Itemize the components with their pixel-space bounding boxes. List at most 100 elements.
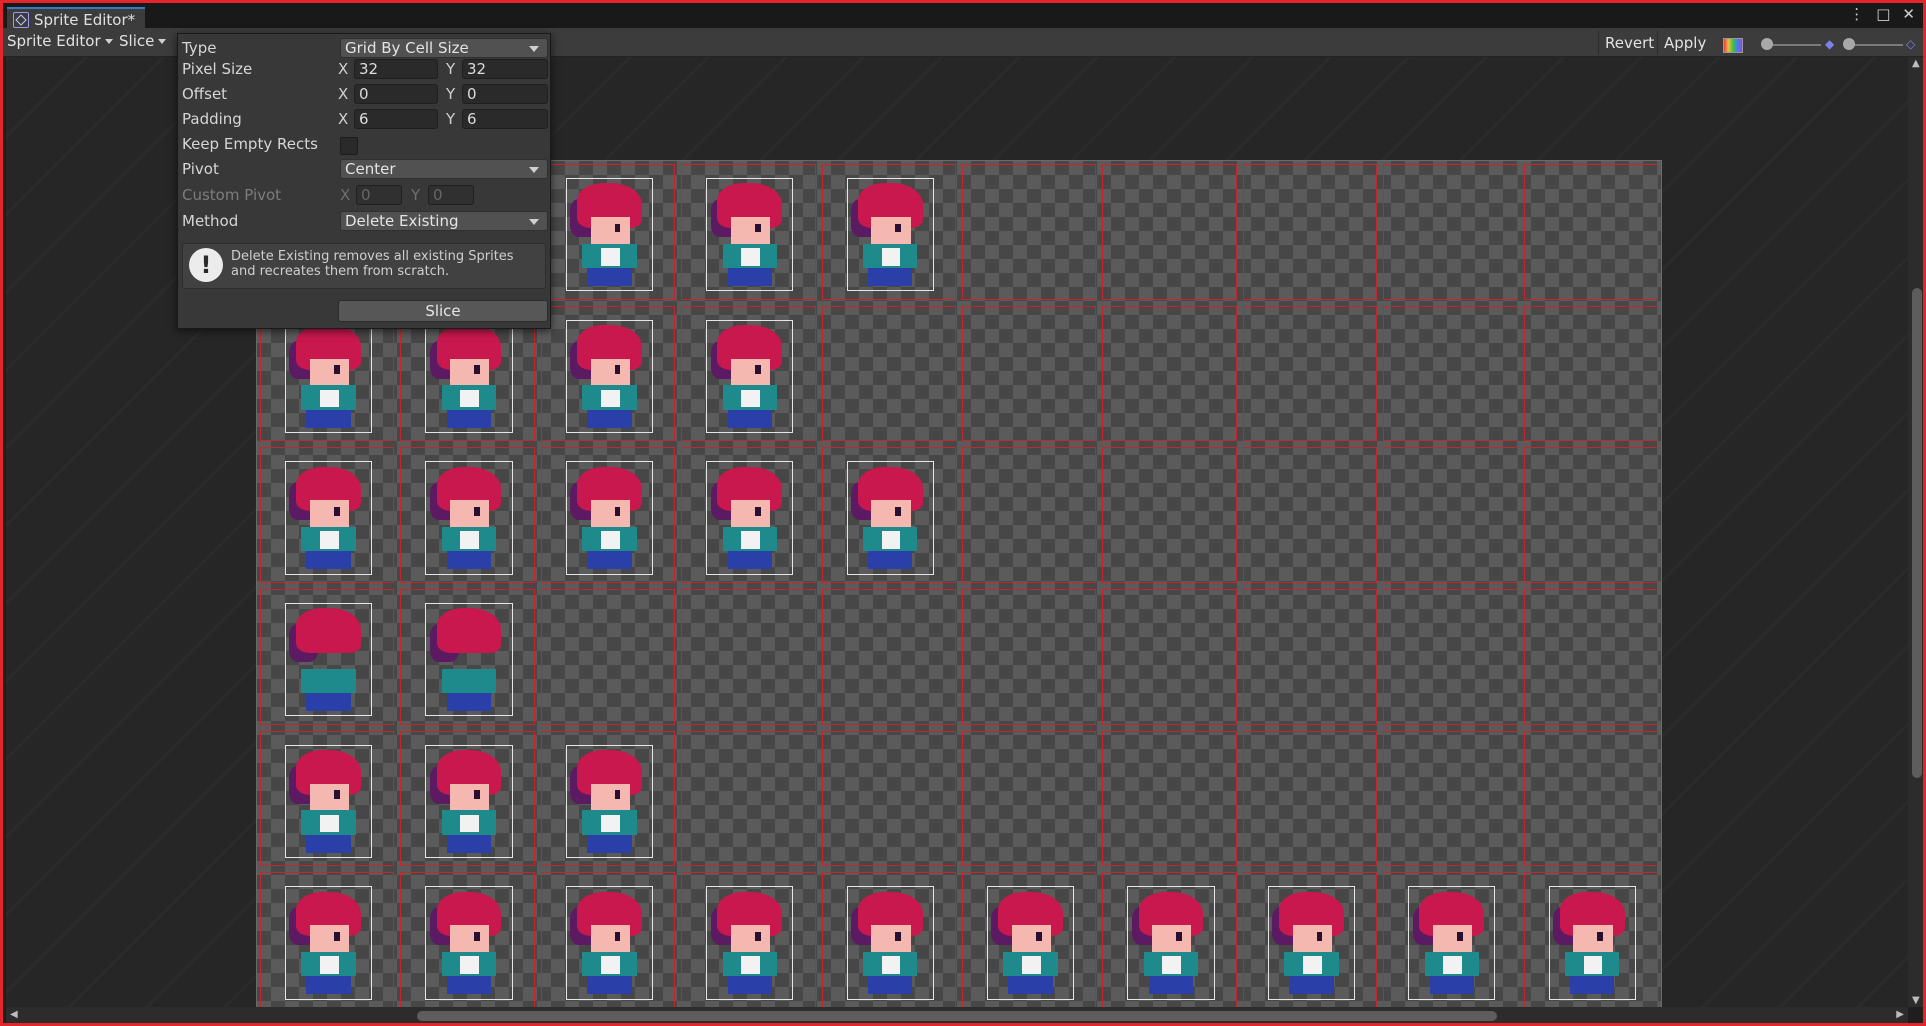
sprite-rect[interactable] [846,178,934,292]
sprite-rect[interactable] [425,886,513,1000]
sprite-rect[interactable] [1548,886,1636,1000]
slice-cell[interactable] [1383,164,1518,300]
mip-slider[interactable] [1849,44,1903,46]
slice-cell[interactable] [1523,589,1658,725]
slice-cell[interactable] [962,447,1097,583]
sprite-rect[interactable] [846,461,934,575]
sprite-rect[interactable] [425,319,513,433]
slice-cell[interactable] [1523,447,1658,583]
vertical-scroll-thumb[interactable] [1912,288,1922,778]
slice-cell[interactable] [540,589,676,725]
padding-y-label: Y [446,110,456,128]
slice-cell[interactable] [1242,589,1378,725]
slice-cell[interactable] [821,589,956,725]
slice-cell[interactable] [1383,589,1518,725]
offset-x-field[interactable]: 0 [354,84,438,104]
maximize-icon[interactable]: □ [1876,5,1890,23]
apply-button[interactable]: Apply [1657,31,1712,55]
mode-dropdown[interactable]: Sprite Editor [7,32,113,50]
sprite-rect[interactable] [706,461,794,575]
slice-cell[interactable] [1242,164,1378,300]
slice-cell[interactable] [1102,305,1237,442]
slice-cell[interactable] [962,164,1097,300]
slice-cell[interactable] [1102,589,1237,725]
sprite-rect[interactable] [706,178,794,292]
keep-empty-rects-checkbox[interactable] [340,137,358,155]
character-shirt [600,389,620,408]
vertical-scrollbar[interactable]: ▲ ▼ [1908,57,1923,1007]
sprite-rect[interactable] [565,319,653,433]
slice-cell[interactable] [1523,730,1658,867]
horizontal-scrollbar[interactable]: ◀ ▶ [6,1007,1908,1023]
pixel-size-x-field[interactable]: 32 [354,59,438,79]
slice-cell[interactable] [1102,730,1237,867]
sprite-rect[interactable] [706,319,794,433]
scroll-down-icon[interactable]: ▼ [1912,995,1920,1006]
slice-button[interactable]: Slice [338,300,548,322]
method-dropdown[interactable]: Delete Existing [340,211,548,231]
method-label: Method [182,212,239,230]
sprite-rect[interactable] [425,603,513,717]
sprite-rect[interactable] [285,603,373,717]
slice-cell[interactable] [681,589,816,725]
offset-y-field[interactable]: 0 [462,84,548,104]
character-shirt [741,248,760,266]
sprite-rect[interactable] [1127,886,1215,1000]
mip-slider-thumb[interactable] [1843,38,1855,50]
sprite-rect[interactable] [846,886,934,1000]
horizontal-scroll-thumb[interactable] [417,1011,1497,1021]
slice-cell[interactable] [1102,164,1237,300]
slice-cell[interactable] [681,730,816,867]
chevron-down-icon [529,46,539,52]
slice-cell[interactable] [1102,447,1237,583]
type-dropdown[interactable]: Grid By Cell Size [340,38,548,58]
sprite-rect[interactable] [565,461,653,575]
sprite-rect[interactable] [285,886,373,1000]
offset-label: Offset [182,85,228,103]
window-tab[interactable]: Sprite Editor* [7,7,146,30]
padding-x-field[interactable]: 6 [354,109,438,129]
slice-cell[interactable] [821,305,956,442]
sprite-rect[interactable] [1267,886,1355,1000]
sprite-rect[interactable] [285,461,373,575]
slice-cell[interactable] [1523,164,1658,300]
slice-cell[interactable] [1383,730,1518,867]
slice-cell[interactable] [1523,305,1658,442]
character-shirt [320,531,339,550]
sprite-rect[interactable] [285,319,373,433]
color-channel-icon[interactable] [1723,38,1743,53]
character-shirt [881,531,901,550]
pixel-size-y-field[interactable]: 32 [462,59,548,79]
sprite-rect[interactable] [565,886,653,1000]
scroll-right-icon[interactable]: ▶ [1896,1009,1904,1020]
sprite-rect[interactable] [285,744,373,858]
sprite-rect[interactable] [565,178,653,292]
slice-dropdown[interactable]: Slice [119,32,167,50]
slice-cell[interactable] [962,589,1097,725]
sprite-rect[interactable] [425,744,513,858]
slice-cell[interactable] [1242,305,1378,442]
pivot-dropdown[interactable]: Center [340,159,548,179]
zoom-slider-thumb[interactable] [1761,38,1773,50]
revert-button[interactable]: Revert [1598,31,1660,55]
slice-cell[interactable] [1383,447,1518,583]
scroll-left-icon[interactable]: ◀ [10,1009,18,1020]
zoom-slider[interactable] [1767,44,1821,46]
chevron-down-icon [158,38,167,44]
scroll-up-icon[interactable]: ▲ [1912,58,1920,69]
sprite-rect[interactable] [987,886,1075,1000]
help-text: Delete Existing removes all existing Spr… [231,249,514,279]
close-icon[interactable]: ✕ [1902,5,1915,23]
sprite-rect[interactable] [425,461,513,575]
slice-cell[interactable] [962,305,1097,442]
slice-cell[interactable] [962,730,1097,867]
slice-cell[interactable] [821,730,956,867]
sprite-rect[interactable] [565,744,653,858]
padding-y-field[interactable]: 6 [462,109,548,129]
slice-cell[interactable] [1242,730,1378,867]
sprite-rect[interactable] [1408,886,1496,1000]
more-options-icon[interactable]: ⋮ [1849,5,1864,23]
slice-cell[interactable] [1242,447,1378,583]
slice-cell[interactable] [1383,305,1518,442]
sprite-rect[interactable] [706,886,794,1000]
